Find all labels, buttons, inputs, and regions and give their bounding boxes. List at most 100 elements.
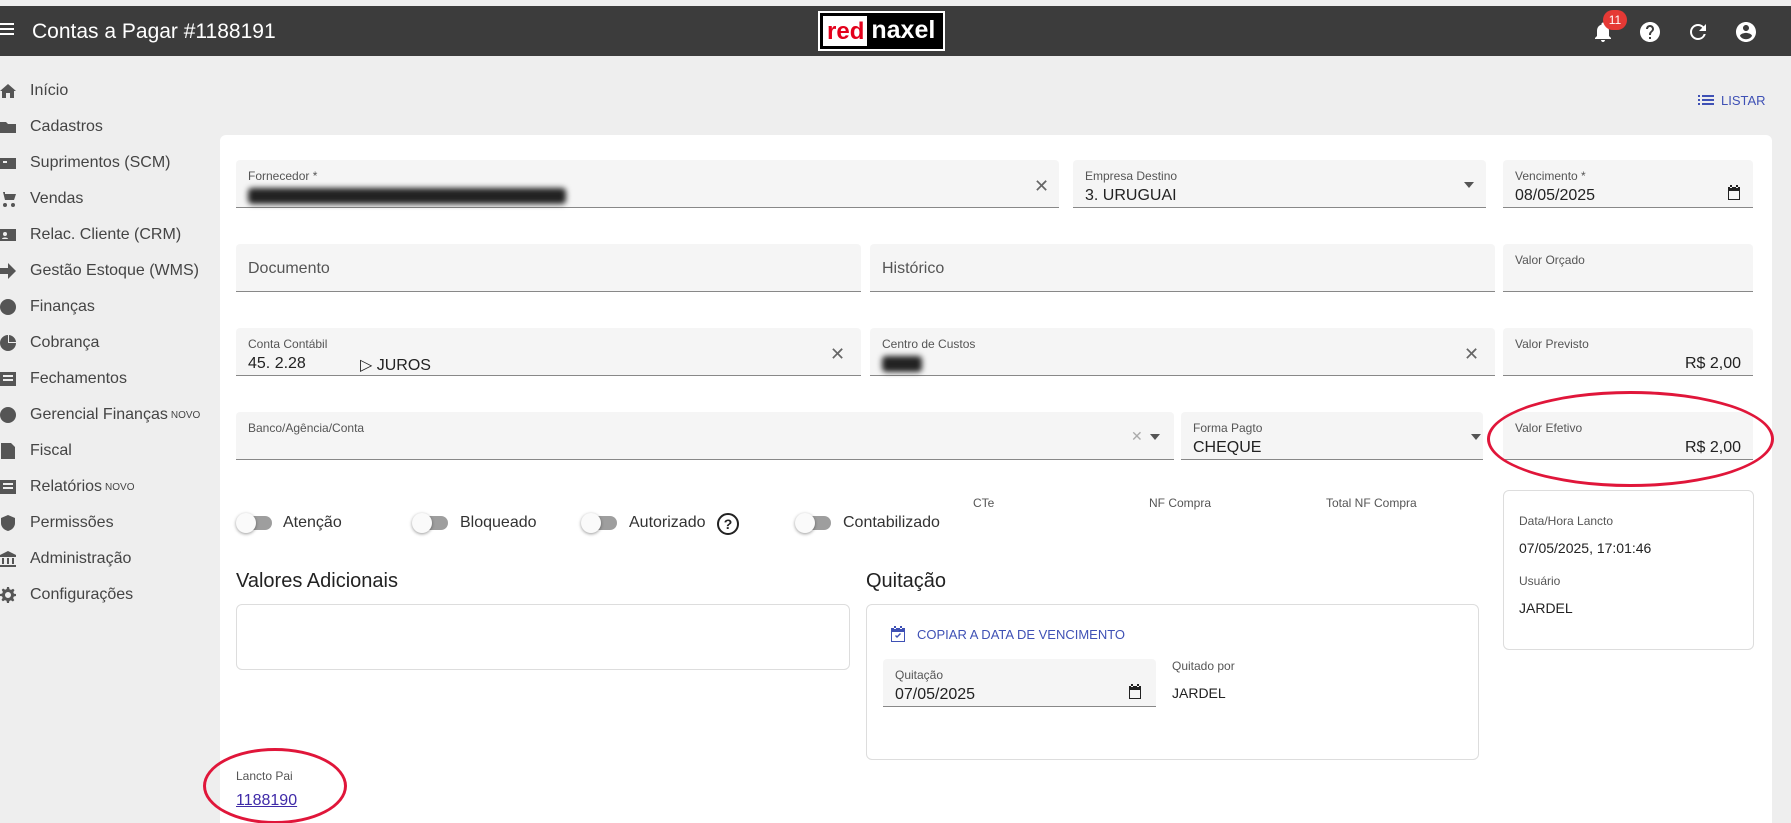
sidebar-item-suprimentos[interactable]: Suprimentos (SCM) bbox=[0, 150, 170, 176]
sidebar-item-fechamentos[interactable]: Fechamentos bbox=[0, 366, 127, 392]
dropdown-arrow-icon[interactable] bbox=[1150, 434, 1160, 440]
account-icon[interactable] bbox=[1734, 20, 1758, 44]
clear-icon[interactable]: ✕ bbox=[1131, 428, 1143, 445]
atencao-toggle[interactable] bbox=[236, 513, 272, 533]
sidebar-item-label: Fiscal bbox=[30, 442, 72, 459]
valor-previsto-label: Valor Previsto bbox=[1515, 337, 1589, 351]
empresa-destino-label: Empresa Destino bbox=[1085, 169, 1178, 183]
usuario-label: Usuário bbox=[1519, 574, 1561, 588]
usuario-value: JARDEL bbox=[1519, 600, 1573, 616]
quitacao-date-label: Quitação bbox=[895, 668, 944, 682]
sidebar-item-vendas[interactable]: Vendas bbox=[0, 186, 83, 212]
list-icon bbox=[0, 371, 16, 387]
listar-button[interactable]: LISTAR bbox=[1697, 91, 1766, 109]
conta-contabil-field[interactable]: Conta Contábil 45. 2.28 ▷ JUROS ✕ bbox=[236, 328, 861, 376]
sidebar-item-cadastros[interactable]: Cadastros bbox=[0, 114, 103, 140]
sidebar-item-cobranca[interactable]: Cobrança bbox=[0, 330, 99, 356]
conta-contabil-code: 45. 2.28 bbox=[248, 355, 306, 372]
sidebar-item-financas[interactable]: Finanças bbox=[0, 294, 95, 320]
new-badge: NOVO bbox=[105, 481, 135, 493]
sidebar-item-label: Fechamentos bbox=[30, 370, 127, 387]
highlight-ring-valor-efetivo bbox=[1487, 391, 1774, 487]
sidebar-item-wms[interactable]: Gestão Estoque (WMS) bbox=[0, 258, 199, 284]
copiar-data-label: COPIAR A DATA DE VENCIMENTO bbox=[917, 626, 1126, 642]
centro-custos-field[interactable]: Centro de Custos ✕ bbox=[870, 328, 1495, 376]
forma-pagto-label: Forma Pagto bbox=[1193, 421, 1263, 435]
vencimento-date-field[interactable]: Vencimento * 08/05/2025 bbox=[1503, 160, 1753, 208]
banco-agencia-conta-select[interactable]: Banco/Agência/Conta ✕ bbox=[236, 412, 1174, 460]
dropdown-arrow-icon[interactable] bbox=[1471, 434, 1481, 440]
forma-pagto-select[interactable]: Forma Pagto CHEQUE bbox=[1181, 412, 1483, 460]
sidebar-item-label: Administração bbox=[30, 550, 132, 567]
banco-label: Banco/Agência/Conta bbox=[248, 421, 365, 435]
quitado-por-label: Quitado por bbox=[1172, 659, 1235, 673]
sidebar-item-label: Relac. Cliente (CRM) bbox=[30, 226, 182, 243]
documento-field[interactable]: Documento bbox=[236, 244, 861, 292]
valores-adicionais-title: Valores Adicionais bbox=[236, 570, 398, 592]
empresa-destino-value: 3. URUGUAI bbox=[1085, 187, 1177, 204]
new-badge: NOVO bbox=[170, 409, 201, 421]
valor-orcado-field[interactable]: Valor Orçado bbox=[1503, 244, 1753, 292]
copiar-data-vencimento-button[interactable]: COPIAR A DATA DE VENCIMENTO bbox=[889, 625, 1125, 643]
fornecedor-label: Fornecedor * bbox=[248, 169, 318, 183]
calendar-check-icon bbox=[891, 626, 905, 642]
contabilizado-toggle[interactable] bbox=[795, 513, 831, 533]
sidebar-item-permissoes[interactable]: Permissões bbox=[0, 510, 114, 536]
help-icon[interactable] bbox=[1638, 20, 1662, 44]
top-app-bar: Contas a Pagar #1188191 red naxel 11 bbox=[0, 6, 1791, 56]
report-icon bbox=[0, 479, 16, 495]
valor-previsto-value: R$ 2,00 bbox=[1684, 355, 1741, 372]
cart-icon bbox=[0, 191, 16, 207]
folder-icon bbox=[0, 119, 16, 135]
sidebar-item-fiscal[interactable]: Fiscal bbox=[0, 438, 72, 464]
dollar-icon bbox=[0, 407, 16, 423]
historico-field[interactable]: Histórico bbox=[870, 244, 1495, 292]
sidebar-item-crm[interactable]: Relac. Cliente (CRM) bbox=[0, 222, 181, 248]
data-hora-label: Data/Hora Lancto bbox=[1519, 514, 1614, 528]
sidebar-item-label: Configurações bbox=[30, 586, 134, 603]
centro-custos-value-redacted bbox=[882, 355, 922, 373]
sidebar-item-relatorios[interactable]: Relatórios NOVO bbox=[0, 474, 134, 500]
total-nf-compra-label: Total NF Compra bbox=[1326, 496, 1417, 510]
valor-orcado-label: Valor Orçado bbox=[1515, 253, 1585, 267]
sidebar-item-label: Vendas bbox=[30, 190, 84, 207]
bloqueado-toggle[interactable] bbox=[412, 513, 448, 533]
help-circle-icon[interactable]: ? bbox=[717, 513, 739, 535]
logo-red-text: red bbox=[823, 16, 868, 46]
clear-icon[interactable]: ✕ bbox=[1034, 176, 1049, 197]
forma-pagto-value: CHEQUE bbox=[1193, 439, 1262, 456]
menu-icon[interactable] bbox=[0, 20, 16, 40]
sidebar-item-label: Gestão Estoque (WMS) bbox=[30, 262, 199, 279]
sidebar-item-label: Início bbox=[30, 82, 69, 99]
quitacao-title: Quitação bbox=[866, 570, 947, 592]
bloqueado-label: Bloqueado bbox=[460, 514, 537, 531]
listar-label: LISTAR bbox=[1721, 92, 1766, 108]
sidebar-item-administracao[interactable]: Administração bbox=[0, 546, 131, 572]
refresh-icon[interactable] bbox=[1686, 20, 1710, 44]
box-icon bbox=[0, 155, 16, 171]
dropdown-arrow-icon[interactable] bbox=[1464, 182, 1474, 188]
quitacao-date-value: 07/05/2025 bbox=[895, 686, 976, 703]
valor-previsto-field[interactable]: Valor Previsto R$ 2,00 bbox=[1503, 328, 1753, 376]
calendar-icon[interactable] bbox=[1126, 683, 1144, 706]
clear-icon[interactable]: ✕ bbox=[1464, 344, 1479, 365]
calendar-icon[interactable] bbox=[1725, 184, 1743, 207]
autorizado-label: Autorizado bbox=[629, 514, 706, 531]
empresa-destino-select[interactable]: Empresa Destino 3. URUGUAI bbox=[1073, 160, 1486, 208]
sidebar-item-configuracoes[interactable]: Configurações bbox=[0, 582, 133, 608]
fornecedor-field[interactable]: Fornecedor * ✕ bbox=[236, 160, 1059, 208]
atencao-label: Atenção bbox=[283, 514, 342, 531]
quitado-por-value: JARDEL bbox=[1172, 685, 1226, 701]
sidebar-item-label: Suprimentos (SCM) bbox=[30, 154, 171, 171]
notification-badge: 11 bbox=[1603, 10, 1627, 30]
quitacao-date-field[interactable]: Quitação 07/05/2025 bbox=[883, 659, 1156, 707]
fornecedor-value-redacted bbox=[248, 187, 566, 205]
bank-icon bbox=[0, 551, 16, 567]
sidebar-item-inicio[interactable]: Início bbox=[0, 78, 68, 104]
home-icon bbox=[0, 83, 16, 99]
clear-icon[interactable]: ✕ bbox=[830, 344, 845, 365]
sidebar-item-gerencial-financas[interactable]: Gerencial Finanças NOVO bbox=[0, 402, 200, 428]
autorizado-toggle[interactable] bbox=[581, 513, 617, 533]
rednaxel-logo[interactable]: red naxel bbox=[818, 11, 945, 51]
contacts-icon bbox=[0, 227, 16, 243]
